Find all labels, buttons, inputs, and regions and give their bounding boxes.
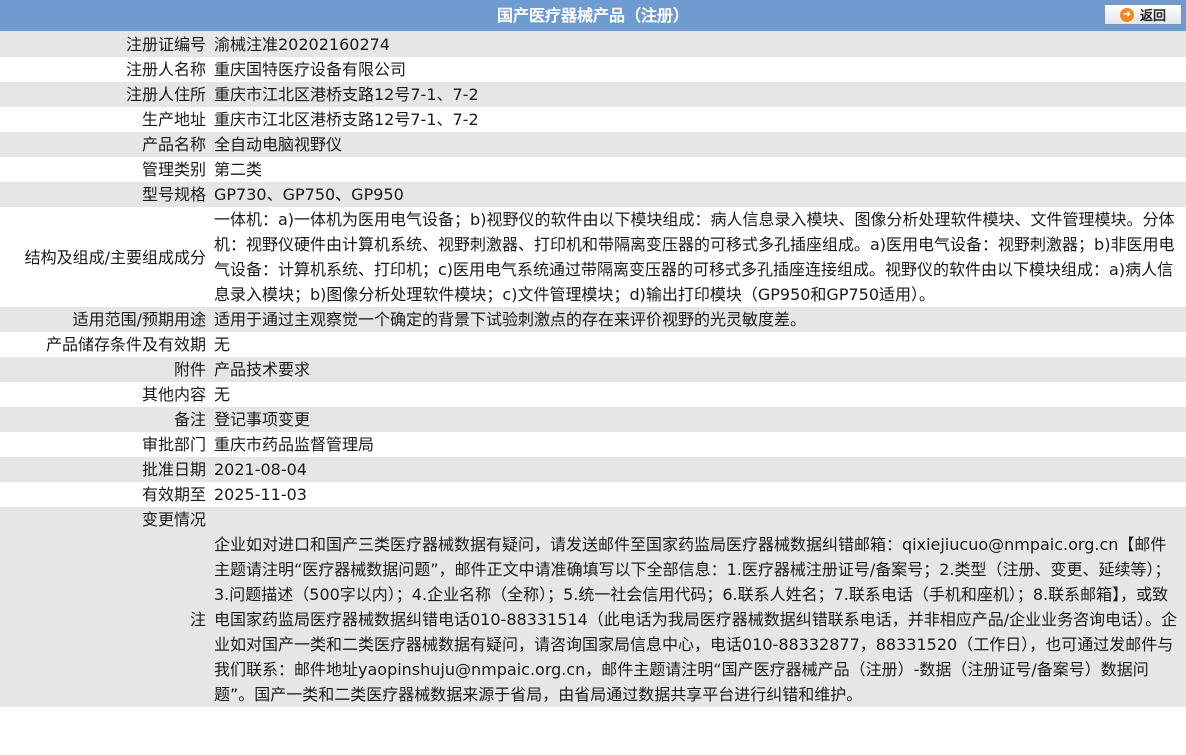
field-value: 产品技术要求 (210, 357, 1186, 382)
field-value: 重庆国特医疗设备有限公司 (210, 57, 1186, 82)
table-row: 备注 登记事项变更 (0, 407, 1186, 432)
field-value: 渝械注准20202160274 (210, 32, 1186, 57)
table-row: 型号规格 GP730、GP750、GP950 (0, 182, 1186, 207)
field-value: 2021-08-04 (210, 457, 1186, 482)
note-text: 企业如对进口和国产三类医疗器械数据有疑问，请发送邮件至国家药监局医疗器械数据纠错… (210, 532, 1186, 707)
field-label: 审批部门 (0, 432, 210, 457)
field-value: 2025-11-03 (210, 482, 1186, 507)
field-label: 型号规格 (0, 182, 210, 207)
field-label: 管理类别 (0, 157, 210, 182)
field-value: 登记事项变更 (210, 407, 1186, 432)
field-value: 无 (210, 382, 1186, 407)
table-row: 有效期至 2025-11-03 (0, 482, 1186, 507)
field-value: 无 (210, 332, 1186, 357)
field-label: 生产地址 (0, 107, 210, 132)
field-label: 注册证编号 (0, 32, 210, 57)
field-value: 重庆市药品监督管理局 (210, 432, 1186, 457)
field-label: 备注 (0, 407, 210, 432)
table-row: 审批部门 重庆市药品监督管理局 (0, 432, 1186, 457)
table-row: 注册人住所 重庆市江北区港桥支路12号7-1、7-2 (0, 82, 1186, 107)
detail-table: 注册证编号 渝械注准20202160274 注册人名称 重庆国特医疗设备有限公司… (0, 32, 1186, 707)
table-row: 生产地址 重庆市江北区港桥支路12号7-1、7-2 (0, 107, 1186, 132)
field-label: 变更情况 (0, 507, 210, 532)
note-row: 注 企业如对进口和国产三类医疗器械数据有疑问，请发送邮件至国家药监局医疗器械数据… (0, 532, 1186, 707)
table-row: 产品名称 全自动电脑视野仪 (0, 132, 1186, 157)
field-value: 第二类 (210, 157, 1186, 182)
table-row: 批准日期 2021-08-04 (0, 457, 1186, 482)
table-row: 注册证编号 渝械注准20202160274 (0, 32, 1186, 57)
field-label: 产品储存条件及有效期 (0, 332, 210, 357)
back-button[interactable]: ➜ 返回 (1104, 4, 1182, 25)
field-label: 注册人名称 (0, 57, 210, 82)
arrow-right-icon: ➜ (1119, 7, 1134, 22)
table-row: 注册人名称 重庆国特医疗设备有限公司 (0, 57, 1186, 82)
page-header: 国产医疗器械产品（注册） ➜ 返回 (0, 0, 1186, 32)
back-button-label: 返回 (1139, 9, 1166, 24)
field-label: 结构及组成/主要组成成分 (0, 207, 210, 307)
table-row: 附件 产品技术要求 (0, 357, 1186, 382)
field-value: GP730、GP750、GP950 (210, 182, 1186, 207)
table-row: 产品储存条件及有效期 无 (0, 332, 1186, 357)
field-label: 有效期至 (0, 482, 210, 507)
field-label: 附件 (0, 357, 210, 382)
table-row: 结构及组成/主要组成成分 一体机：a)一体机为医用电气设备；b)视野仪的软件由以… (0, 207, 1186, 307)
field-label: 产品名称 (0, 132, 210, 157)
field-value: 全自动电脑视野仪 (210, 132, 1186, 157)
page-title: 国产医疗器械产品（注册） (496, 6, 689, 25)
field-value: 适用于通过主观察觉一个确定的背景下试验刺激点的存在来评价视野的光灵敏度差。 (210, 307, 1186, 332)
field-label: 适用范围/预期用途 (0, 307, 210, 332)
field-value (210, 507, 1186, 532)
table-row: 变更情况 (0, 507, 1186, 532)
table-row: 其他内容 无 (0, 382, 1186, 407)
field-value: 重庆市江北区港桥支路12号7-1、7-2 (210, 107, 1186, 132)
field-label: 注册人住所 (0, 82, 210, 107)
table-row: 适用范围/预期用途 适用于通过主观察觉一个确定的背景下试验刺激点的存在来评价视野… (0, 307, 1186, 332)
field-value: 一体机：a)一体机为医用电气设备；b)视野仪的软件由以下模块组成：病人信息录入模… (210, 207, 1186, 307)
field-label: 批准日期 (0, 457, 210, 482)
field-value: 重庆市江北区港桥支路12号7-1、7-2 (210, 82, 1186, 107)
field-label: 其他内容 (0, 382, 210, 407)
table-row: 管理类别 第二类 (0, 157, 1186, 182)
note-label: 注 (0, 532, 210, 707)
